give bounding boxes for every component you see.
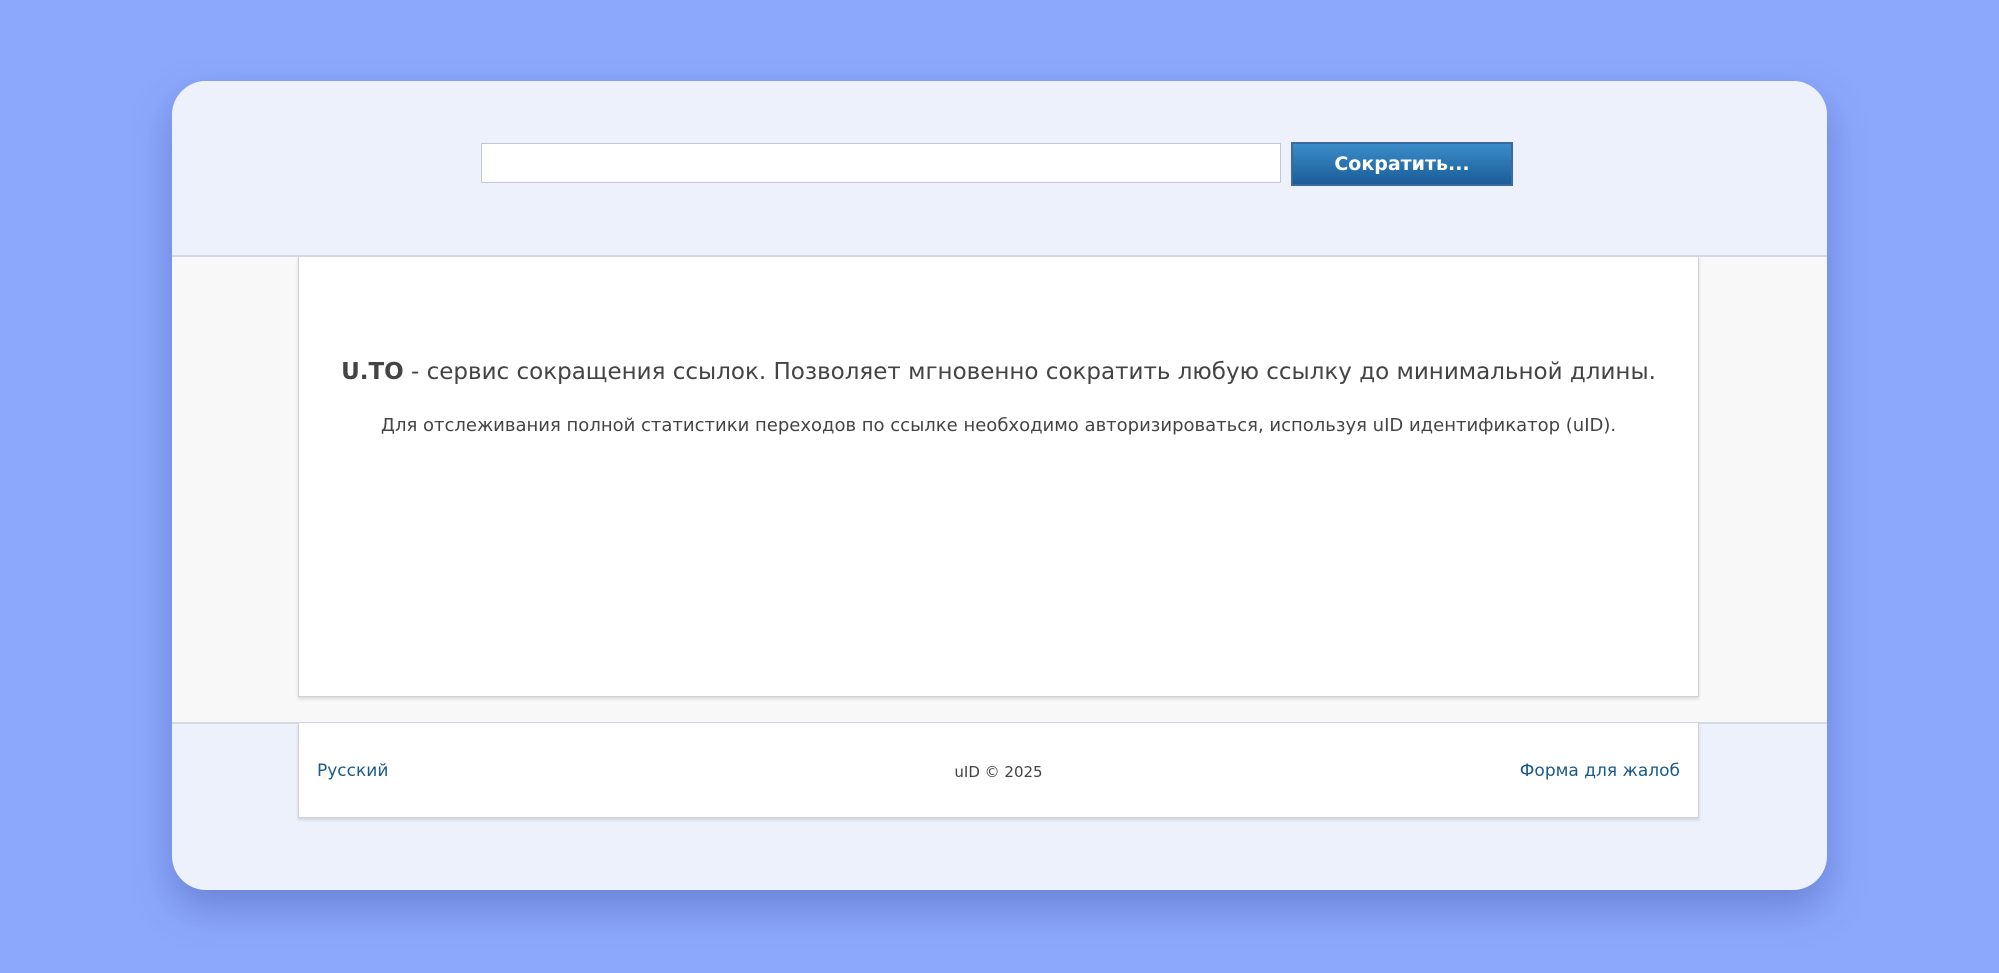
brand-name: U.TO [341, 359, 404, 385]
url-input[interactable] [481, 143, 1281, 183]
shorten-button[interactable]: Сократить... [1291, 142, 1513, 186]
content-card: U.TO - сервис сокращения ссылок. Позволя… [298, 257, 1699, 697]
header: Сократить... [172, 81, 1827, 257]
auth-note: Для отслеживания полной статистики перех… [380, 415, 1617, 436]
main-band: U.TO - сервис сокращения ссылок. Позволя… [172, 257, 1827, 724]
app-window: Сократить... U.TO - сервис сокращения сс… [172, 81, 1827, 890]
footer: Русский uID © 2025 Форма для жалоб [298, 723, 1699, 818]
headline-text: - сервис сокращения ссылок. Позволяет мг… [403, 359, 1656, 385]
headline: U.TO - сервис сокращения ссылок. Позволя… [299, 359, 1698, 385]
copyright: uID © 2025 [954, 763, 1043, 781]
complaint-form-link[interactable]: Форма для жалоб [1520, 761, 1680, 781]
